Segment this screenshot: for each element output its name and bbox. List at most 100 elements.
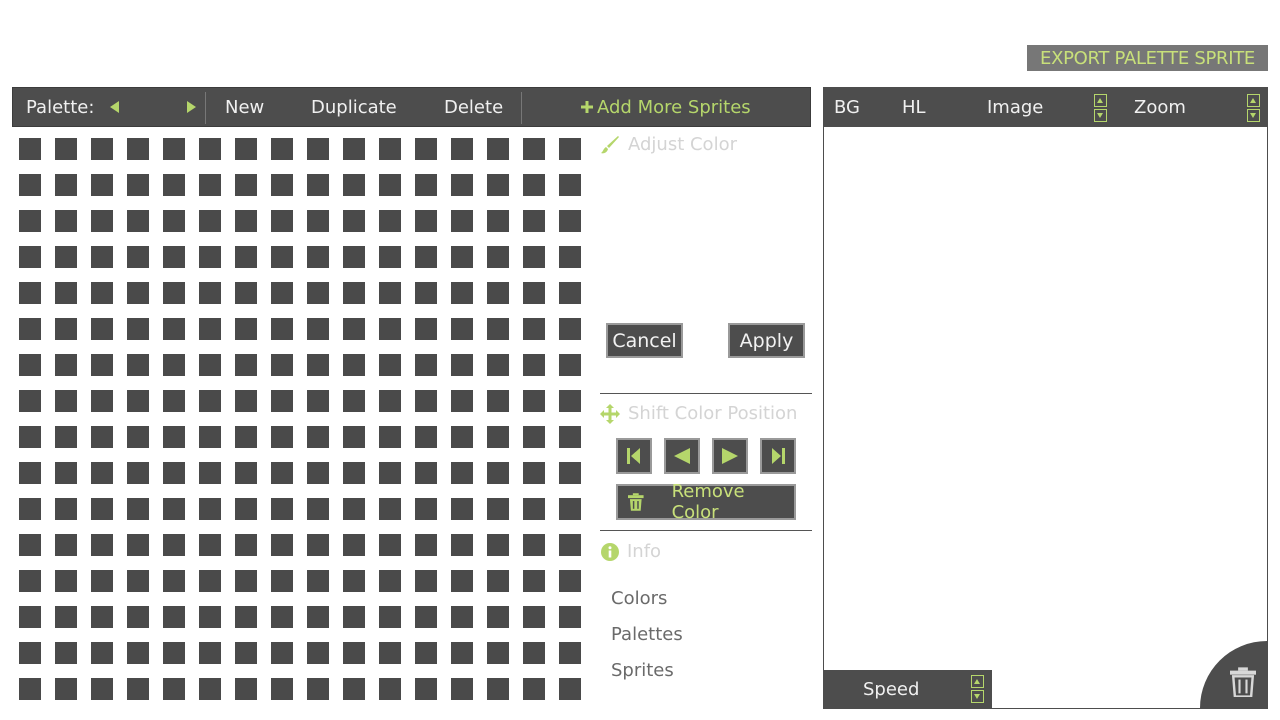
color-swatch[interactable]: [127, 138, 149, 160]
color-swatch[interactable]: [55, 174, 77, 196]
color-swatch[interactable]: [523, 318, 545, 340]
color-swatch[interactable]: [235, 534, 257, 556]
color-swatch[interactable]: [91, 174, 113, 196]
color-swatch[interactable]: [199, 606, 221, 628]
color-swatch[interactable]: [235, 174, 257, 196]
color-swatch[interactable]: [343, 462, 365, 484]
color-swatch[interactable]: [55, 498, 77, 520]
color-swatch[interactable]: [487, 354, 509, 376]
move-to-first-button[interactable]: [616, 438, 652, 474]
color-swatch[interactable]: [415, 246, 437, 268]
color-swatch[interactable]: [307, 246, 329, 268]
color-swatch[interactable]: [451, 570, 473, 592]
color-swatch[interactable]: [235, 390, 257, 412]
next-palette-button[interactable]: [184, 88, 198, 126]
color-swatch[interactable]: [55, 462, 77, 484]
color-swatch[interactable]: [559, 174, 581, 196]
color-swatch[interactable]: [415, 318, 437, 340]
color-swatch[interactable]: [379, 534, 401, 556]
duplicate-palette-button[interactable]: Duplicate: [311, 88, 397, 126]
color-swatch[interactable]: [487, 318, 509, 340]
color-swatch[interactable]: [415, 210, 437, 232]
color-swatch[interactable]: [559, 678, 581, 700]
color-swatch[interactable]: [343, 246, 365, 268]
color-swatch[interactable]: [487, 390, 509, 412]
color-swatch[interactable]: [55, 570, 77, 592]
color-swatch[interactable]: [523, 390, 545, 412]
color-swatch[interactable]: [127, 354, 149, 376]
color-swatch[interactable]: [523, 354, 545, 376]
color-swatch[interactable]: [343, 174, 365, 196]
color-swatch[interactable]: [55, 246, 77, 268]
color-swatch[interactable]: [343, 318, 365, 340]
stepper-down-icon[interactable]: [1247, 109, 1260, 122]
color-swatch[interactable]: [307, 174, 329, 196]
apply-button[interactable]: Apply: [728, 323, 805, 358]
color-swatch[interactable]: [379, 426, 401, 448]
color-swatch[interactable]: [415, 390, 437, 412]
color-swatch[interactable]: [19, 354, 41, 376]
previous-palette-button[interactable]: [107, 88, 121, 126]
color-swatch[interactable]: [235, 570, 257, 592]
color-swatch[interactable]: [19, 246, 41, 268]
color-swatch[interactable]: [55, 678, 77, 700]
color-swatch[interactable]: [199, 390, 221, 412]
color-swatch[interactable]: [127, 318, 149, 340]
color-swatch[interactable]: [487, 426, 509, 448]
add-more-sprites-button[interactable]: Add More Sprites: [581, 88, 751, 126]
color-swatch[interactable]: [91, 390, 113, 412]
color-swatch[interactable]: [451, 318, 473, 340]
color-swatch[interactable]: [55, 642, 77, 664]
color-swatch[interactable]: [271, 426, 293, 448]
color-swatch[interactable]: [91, 246, 113, 268]
color-swatch[interactable]: [163, 678, 185, 700]
color-swatch[interactable]: [127, 426, 149, 448]
color-swatch[interactable]: [451, 678, 473, 700]
color-swatch[interactable]: [451, 642, 473, 664]
color-swatch[interactable]: [127, 390, 149, 412]
color-swatch[interactable]: [451, 390, 473, 412]
color-swatch[interactable]: [523, 534, 545, 556]
color-swatch[interactable]: [235, 282, 257, 304]
color-swatch[interactable]: [559, 606, 581, 628]
color-swatch[interactable]: [487, 462, 509, 484]
color-swatch[interactable]: [307, 606, 329, 628]
color-swatch[interactable]: [487, 678, 509, 700]
color-swatch[interactable]: [451, 174, 473, 196]
color-swatch[interactable]: [487, 606, 509, 628]
color-swatch[interactable]: [271, 642, 293, 664]
color-swatch[interactable]: [559, 138, 581, 160]
color-swatch[interactable]: [91, 426, 113, 448]
bg-color-button[interactable]: BG: [834, 88, 860, 126]
color-swatch[interactable]: [19, 606, 41, 628]
color-swatch[interactable]: [559, 426, 581, 448]
color-swatch[interactable]: [127, 606, 149, 628]
color-swatch[interactable]: [451, 606, 473, 628]
color-swatch[interactable]: [55, 282, 77, 304]
color-swatch[interactable]: [379, 318, 401, 340]
color-swatch[interactable]: [271, 678, 293, 700]
color-swatch[interactable]: [91, 138, 113, 160]
color-swatch[interactable]: [415, 498, 437, 520]
color-swatch[interactable]: [559, 246, 581, 268]
color-swatch[interactable]: [127, 174, 149, 196]
color-swatch[interactable]: [487, 570, 509, 592]
color-swatch[interactable]: [379, 462, 401, 484]
color-swatch[interactable]: [523, 210, 545, 232]
color-swatch[interactable]: [559, 570, 581, 592]
color-swatch[interactable]: [19, 534, 41, 556]
color-swatch[interactable]: [19, 462, 41, 484]
color-swatch[interactable]: [559, 210, 581, 232]
color-swatch[interactable]: [271, 318, 293, 340]
color-swatch[interactable]: [307, 318, 329, 340]
color-swatch[interactable]: [199, 138, 221, 160]
color-swatch[interactable]: [235, 210, 257, 232]
color-swatch[interactable]: [415, 606, 437, 628]
color-swatch[interactable]: [163, 210, 185, 232]
color-swatch[interactable]: [163, 246, 185, 268]
color-swatch[interactable]: [559, 390, 581, 412]
color-swatch[interactable]: [55, 426, 77, 448]
color-swatch[interactable]: [91, 570, 113, 592]
color-swatch[interactable]: [523, 282, 545, 304]
color-swatch[interactable]: [415, 282, 437, 304]
